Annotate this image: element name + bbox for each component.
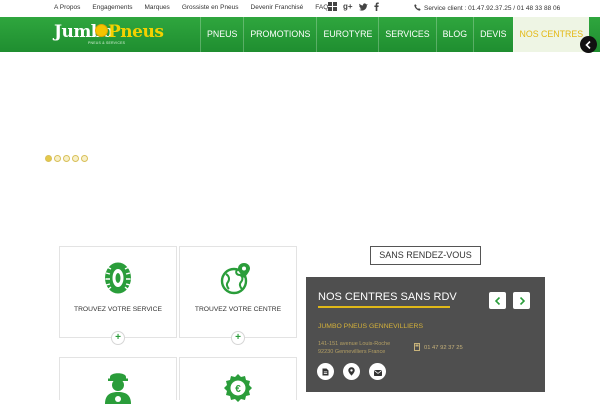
slider-prev-button[interactable] [580, 36, 597, 53]
top-link-grossiste[interactable]: Grossiste en Pneus [182, 4, 239, 11]
slider-dot[interactable] [63, 155, 70, 162]
center-name[interactable]: JUMBO PNEUS GENNEVILLIERS [318, 323, 423, 330]
address-line-1: 141-151 avenue Louis-Roche [318, 341, 391, 347]
top-bar: A Propos Engagements Marques Grossiste e… [0, 0, 600, 17]
card-centre-plus-button[interactable]: + [231, 331, 245, 345]
google-plus-icon[interactable]: g+ [343, 2, 353, 11]
top-link-engagements[interactable]: Engagements [92, 4, 132, 11]
service-client-text: Service client : 01.47.92.37.25 / 01 48 … [424, 5, 561, 12]
chevron-right-icon [519, 292, 525, 310]
slider-dot[interactable] [45, 155, 52, 162]
main-navbar: Jumbo Pneus PNEUS & SERVICES PNEUS PROMO… [0, 17, 600, 52]
tire-icon [102, 261, 134, 300]
logo[interactable]: Jumbo Pneus PNEUS & SERVICES [54, 22, 168, 48]
card-centre-label: TROUVEZ VOTRE CENTRE [194, 306, 282, 313]
center-email-button[interactable] [369, 363, 386, 380]
sans-rdv-heading: SANS RENDEZ-VOUS [370, 246, 481, 265]
centres-panel: NOS CENTRES SANS RDV JUMBO PNEUS GENNEVI… [306, 277, 545, 392]
card-euro[interactable]: € [179, 357, 297, 402]
address-line-2: 92230 Gennevilliers France [318, 349, 386, 355]
nav-item-promotions[interactable]: PROMOTIONS [243, 17, 316, 52]
card-centre[interactable]: TROUVEZ VOTRE CENTRE + [179, 246, 297, 345]
chevron-left-icon [585, 36, 592, 54]
phone-fax-icon [414, 343, 420, 353]
center-map-button[interactable] [343, 363, 360, 380]
plus-icon: + [235, 332, 241, 343]
center-phone-number: 01 47 92 37 25 [424, 345, 463, 351]
facebook-icon[interactable] [373, 2, 379, 11]
top-links: A Propos Engagements Marques Grossiste e… [54, 4, 328, 11]
card-service-plus-button[interactable]: + [111, 331, 125, 345]
nav-item-pneus[interactable]: PNEUS [200, 17, 243, 52]
panel-next-button[interactable] [513, 292, 530, 309]
phone-icon [414, 4, 421, 13]
service-client: Service client : 01.47.92.37.25 / 01 48 … [414, 4, 560, 13]
euro-badge-icon: € [222, 373, 254, 408]
center-details-button[interactable] [317, 363, 334, 380]
nav-item-services[interactable]: SERVICES [378, 17, 435, 52]
card-service[interactable]: TROUVEZ VOTRE SERVICE + [59, 246, 177, 345]
main-menu: PNEUS PROMOTIONS EUROTYRE SERVICES BLOG … [200, 17, 590, 52]
document-icon [322, 363, 329, 381]
top-link-franchise[interactable]: Devenir Franchisé [251, 4, 304, 11]
slider-dot[interactable] [81, 155, 88, 162]
top-link-marques[interactable]: Marques [145, 4, 170, 11]
twitter-icon[interactable] [358, 2, 368, 11]
logo-tagline: PNEUS & SERVICES [88, 41, 126, 45]
panel-title: NOS CENTRES SANS RDV [318, 291, 457, 303]
chevron-left-icon [494, 292, 501, 310]
nav-item-eurotyre[interactable]: EUROTYRE [316, 17, 378, 52]
map-pin-icon [348, 363, 355, 381]
top-link-faq[interactable]: FAQ [315, 4, 328, 11]
nav-item-nos-centres[interactable]: NOS CENTRES [512, 17, 590, 52]
svg-text:€: € [235, 384, 241, 395]
slider-dots [45, 155, 88, 162]
mechanic-icon [102, 370, 134, 409]
center-phone: 01 47 92 37 25 [414, 343, 463, 353]
plus-icon: + [115, 332, 121, 343]
panel-prev-button[interactable] [489, 292, 506, 309]
center-address: 141-151 avenue Louis-Roche 92230 Gennevi… [318, 340, 390, 356]
slider-dot[interactable] [54, 155, 61, 162]
globe-pin-icon [219, 262, 253, 301]
envelope-icon [373, 363, 382, 381]
card-service-label: TROUVEZ VOTRE SERVICE [74, 306, 162, 313]
nav-item-devis[interactable]: DEVIS [473, 17, 512, 52]
card-mechanic[interactable] [59, 357, 177, 404]
nav-item-blog[interactable]: BLOG [435, 17, 473, 52]
tire-ball-icon [95, 24, 108, 37]
logo-word-pneus: Pneus [108, 22, 164, 42]
top-link-a-propos[interactable]: A Propos [54, 4, 80, 11]
social-icons: g+ [328, 2, 379, 11]
panel-title-underline [318, 306, 450, 308]
slider-dot[interactable] [72, 155, 79, 162]
grid-icon[interactable] [328, 2, 337, 11]
